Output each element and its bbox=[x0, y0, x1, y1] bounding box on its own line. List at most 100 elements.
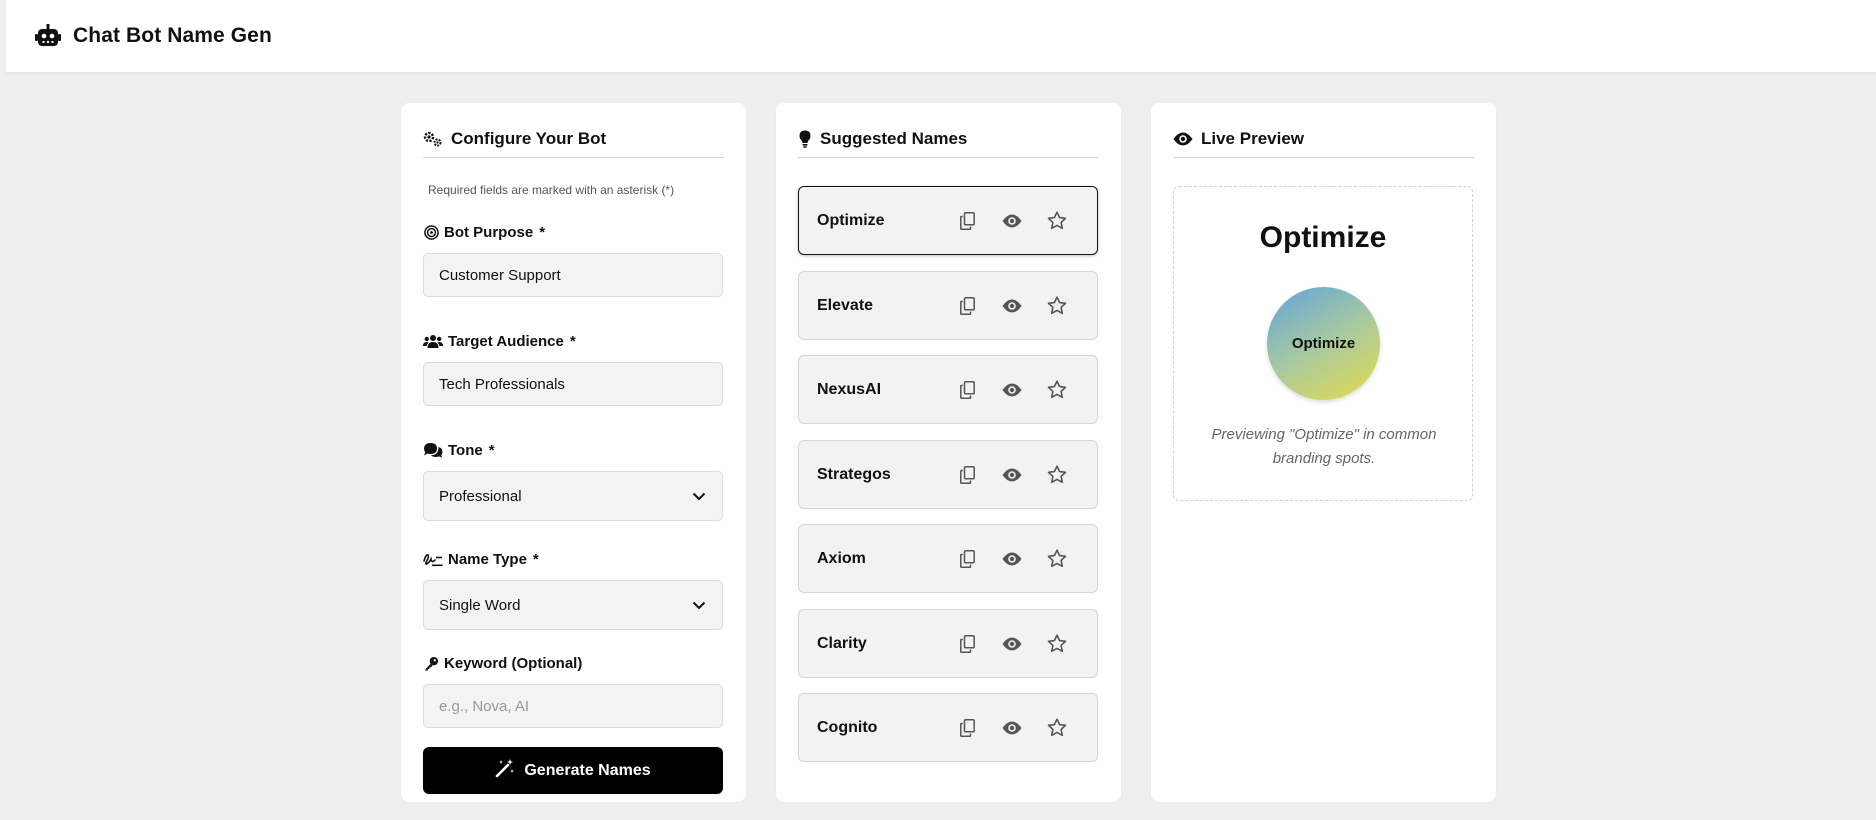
star-icon bbox=[1047, 211, 1067, 230]
name-card-label: Elevate bbox=[817, 296, 874, 314]
eye-icon bbox=[1002, 721, 1022, 735]
preview-button[interactable] bbox=[1000, 209, 1024, 233]
keyword-label-text: Keyword (Optional) bbox=[444, 654, 583, 672]
name-card-actions bbox=[955, 632, 1097, 656]
name-card[interactable]: Optimize bbox=[798, 186, 1098, 255]
name-type-select[interactable]: Single Word bbox=[423, 580, 723, 630]
gears-icon bbox=[423, 130, 443, 148]
copy-icon bbox=[959, 211, 975, 230]
preview-button[interactable] bbox=[1000, 463, 1024, 487]
live-preview-panel: Live Preview Optimize Optimize Previewin… bbox=[1151, 103, 1496, 802]
suggested-names-header: Suggested Names bbox=[798, 125, 1099, 158]
name-card-actions bbox=[955, 463, 1097, 487]
chevron-down-icon bbox=[692, 492, 706, 500]
copy-button[interactable] bbox=[955, 716, 979, 740]
required-note: Required fields are marked with an aster… bbox=[428, 183, 675, 197]
name-card[interactable]: Clarity bbox=[798, 609, 1098, 678]
preview-button[interactable] bbox=[1000, 716, 1024, 740]
app-title: Chat Bot Name Gen bbox=[73, 24, 272, 47]
target-icon bbox=[423, 224, 439, 240]
eye-icon bbox=[1173, 130, 1193, 148]
copy-button[interactable] bbox=[955, 463, 979, 487]
tone-select[interactable]: Professional bbox=[423, 471, 723, 521]
name-card-actions bbox=[955, 378, 1097, 402]
suggested-names-heading: Suggested Names bbox=[820, 129, 968, 148]
copy-icon bbox=[959, 465, 975, 484]
tone-group: Tone * Professional bbox=[423, 440, 724, 521]
favorite-button[interactable] bbox=[1045, 463, 1069, 487]
bot-purpose-label-text: Bot Purpose bbox=[444, 223, 534, 241]
robot-icon bbox=[35, 22, 63, 50]
favorite-button[interactable] bbox=[1045, 716, 1069, 740]
required-asterisk: * bbox=[532, 550, 539, 568]
copy-icon bbox=[959, 634, 975, 653]
copy-button[interactable] bbox=[955, 378, 979, 402]
preview-button[interactable] bbox=[1000, 378, 1024, 402]
tone-label: Tone * bbox=[423, 440, 724, 460]
name-card-label: Optimize bbox=[817, 211, 885, 229]
copy-icon bbox=[959, 380, 975, 399]
copy-button[interactable] bbox=[955, 294, 979, 318]
eye-icon bbox=[1002, 637, 1022, 651]
chevron-down-icon bbox=[692, 601, 706, 609]
name-card-actions bbox=[955, 209, 1097, 233]
key-icon bbox=[423, 655, 439, 671]
eye-icon bbox=[1002, 383, 1022, 397]
required-asterisk: * bbox=[539, 223, 546, 241]
name-card[interactable]: NexusAI bbox=[798, 355, 1098, 424]
copy-icon bbox=[959, 549, 975, 568]
name-type-group: Name Type * Single Word bbox=[423, 549, 724, 630]
bot-purpose-input[interactable]: Customer Support bbox=[423, 253, 723, 297]
favorite-button[interactable] bbox=[1045, 547, 1069, 571]
users-icon bbox=[423, 333, 443, 349]
eye-icon bbox=[1002, 214, 1022, 228]
copy-icon bbox=[959, 718, 975, 737]
copy-button[interactable] bbox=[955, 547, 979, 571]
keyword-group: Keyword (Optional) e.g., Nova, AI bbox=[423, 653, 724, 728]
star-icon bbox=[1047, 380, 1067, 399]
app-header: Chat Bot Name Gen bbox=[6, 0, 1876, 72]
name-card-label: Cognito bbox=[817, 718, 878, 736]
favorite-button[interactable] bbox=[1045, 632, 1069, 656]
target-audience-group: Target Audience * Tech Professionals bbox=[423, 331, 724, 406]
required-asterisk: * bbox=[569, 332, 576, 350]
live-preview-header: Live Preview bbox=[1173, 125, 1474, 158]
signature-icon bbox=[423, 551, 443, 567]
tone-select-value: Professional bbox=[439, 487, 522, 505]
preview-button[interactable] bbox=[1000, 294, 1024, 318]
preview-caption: Previewing "Optimize" in common branding… bbox=[1211, 426, 1437, 467]
preview-avatar-text: Optimize bbox=[1291, 335, 1356, 352]
copy-button[interactable] bbox=[955, 209, 979, 233]
favorite-button[interactable] bbox=[1045, 294, 1069, 318]
required-asterisk: * bbox=[488, 441, 495, 459]
configure-heading: Configure Your Bot bbox=[451, 129, 607, 148]
name-card-actions bbox=[955, 294, 1097, 318]
keyword-input[interactable]: e.g., Nova, AI bbox=[423, 684, 723, 728]
name-type-select-value: Single Word bbox=[439, 596, 521, 614]
target-audience-input[interactable]: Tech Professionals bbox=[423, 362, 723, 406]
generate-names-button[interactable]: Generate Names bbox=[423, 747, 723, 794]
star-icon bbox=[1047, 296, 1067, 315]
name-card[interactable]: Strategos bbox=[798, 440, 1098, 509]
star-icon bbox=[1047, 634, 1067, 653]
name-card[interactable]: Elevate bbox=[798, 271, 1098, 340]
name-card-actions bbox=[955, 547, 1097, 571]
eye-icon bbox=[1002, 552, 1022, 566]
name-card[interactable]: Cognito bbox=[798, 693, 1098, 762]
bot-purpose-group: Bot Purpose * Customer Support bbox=[423, 222, 724, 297]
suggested-names-panel: Suggested Names Optimize Elevate NexusAI St… bbox=[776, 103, 1121, 802]
name-card-label: Clarity bbox=[817, 634, 867, 652]
copy-button[interactable] bbox=[955, 632, 979, 656]
name-card[interactable]: Axiom bbox=[798, 524, 1098, 593]
name-type-label-text: Name Type bbox=[448, 550, 527, 568]
preview-button[interactable] bbox=[1000, 547, 1024, 571]
favorite-button[interactable] bbox=[1045, 378, 1069, 402]
configure-panel: Configure Your Bot Required fields are m… bbox=[401, 103, 746, 802]
name-card-label: Axiom bbox=[817, 549, 866, 567]
magic-wand-icon bbox=[495, 758, 515, 783]
lightbulb-icon bbox=[798, 130, 812, 148]
preview-button[interactable] bbox=[1000, 632, 1024, 656]
keyword-label: Keyword (Optional) bbox=[423, 653, 724, 673]
favorite-button[interactable] bbox=[1045, 209, 1069, 233]
target-audience-label: Target Audience * bbox=[423, 331, 724, 351]
